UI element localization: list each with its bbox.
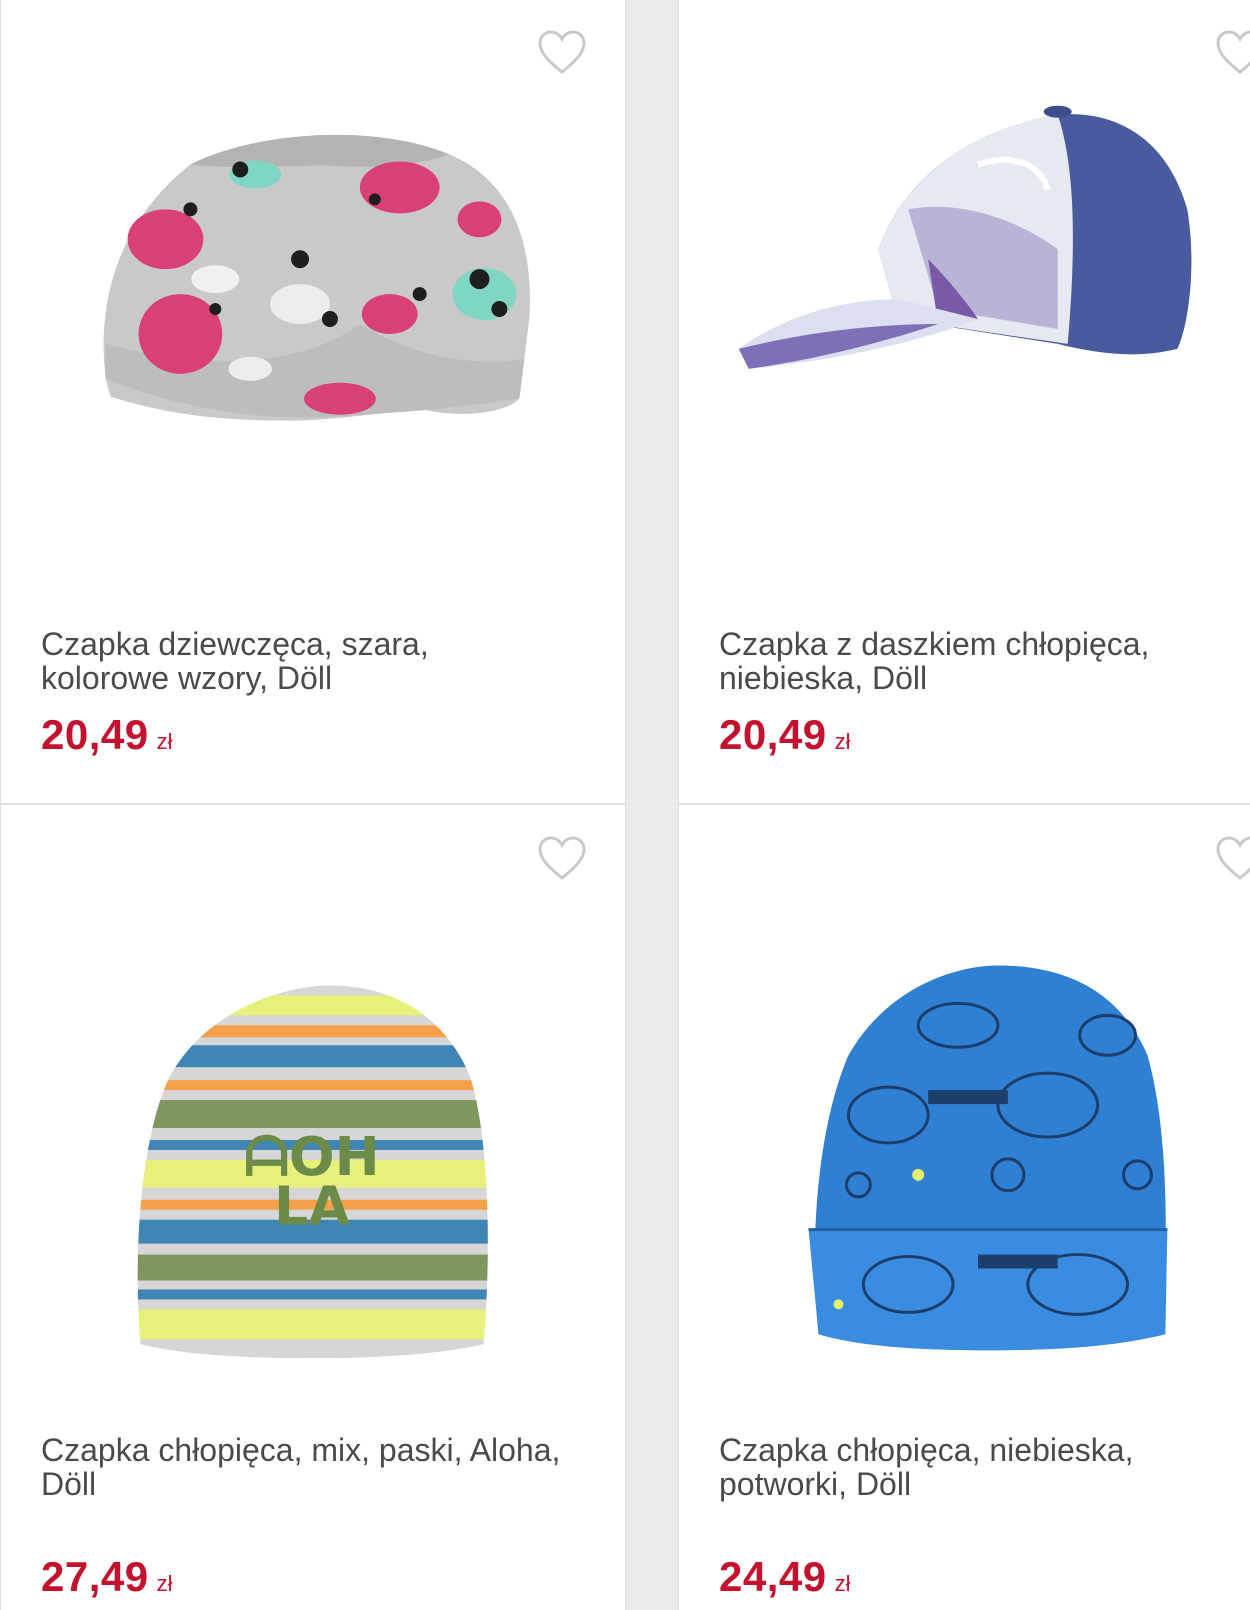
product-card[interactable]: Czapka z daszkiem chłopięca, niebieska, …: [678, 0, 1250, 804]
product-card[interactable]: Czapka chłopięca, niebieska, potworki, D…: [678, 804, 1250, 1610]
product-image[interactable]: ᗩOH LA: [1, 875, 625, 1375]
price-amount: 24,49: [719, 1553, 827, 1600]
price-amount: 27,49: [41, 1553, 149, 1600]
product-name[interactable]: Czapka chłopięca, niebieska, potworki, D…: [719, 1433, 1239, 1501]
product-price: 27,49 zł: [41, 1553, 173, 1601]
product-price: 24,49 zł: [719, 1553, 851, 1601]
product-name[interactable]: Czapka chłopięca, mix, paski, Aloha, Döl…: [41, 1433, 561, 1501]
product-card[interactable]: Czapka dziewczęca, szara, kolorowe wzory…: [0, 0, 626, 804]
product-card[interactable]: ᗩOH LA Czapka chłopięca, mix, paski, Alo…: [0, 804, 626, 1610]
price-currency: zł: [156, 729, 173, 754]
price-currency: zł: [834, 729, 851, 754]
product-name[interactable]: Czapka z daszkiem chłopięca, niebieska, …: [719, 627, 1239, 695]
price-currency: zł: [156, 1571, 173, 1596]
product-image[interactable]: [1, 69, 625, 569]
product-price: 20,49 zł: [41, 711, 173, 759]
product-image[interactable]: [679, 875, 1250, 1375]
product-grid: Czapka dziewczęca, szara, kolorowe wzory…: [0, 0, 1250, 1610]
price-amount: 20,49: [41, 711, 149, 758]
product-name[interactable]: Czapka dziewczęca, szara, kolorowe wzory…: [41, 627, 561, 695]
product-image[interactable]: [679, 69, 1250, 569]
price-currency: zł: [834, 1571, 851, 1596]
price-amount: 20,49: [719, 711, 827, 758]
svg-text:LA: LA: [274, 1175, 350, 1238]
product-price: 20,49 zł: [719, 711, 851, 759]
